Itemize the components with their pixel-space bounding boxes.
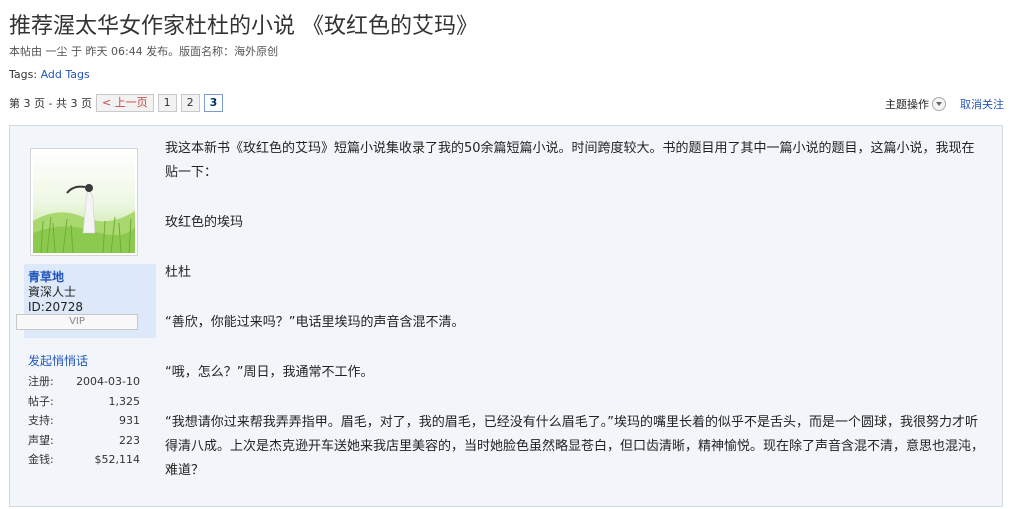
pagination: 第 3 页 - 共 3 页 < 上一页 1 2 3 <box>9 94 224 112</box>
author-sidebar: 青草地 資深人士 ID:20728 VIP 发起悄悄话 注册: 2004-03-… <box>16 136 156 470</box>
page-info: 第 3 页 - 共 3 页 <box>9 97 92 110</box>
add-tags-link[interactable]: Add Tags <box>41 68 90 81</box>
post-paragraph: “善欣，你能过来吗？”电话里埃玛的声音含混不清。 <box>165 315 465 330</box>
author-id: ID:20728 <box>28 300 83 314</box>
thread-title: 推荐渥太华女作家杜杜的小说 《玫红色的艾玛》 <box>9 14 478 39</box>
chevron-down-icon <box>932 97 946 111</box>
thread-ops-label: 主题操作 <box>885 98 929 111</box>
stat-value: 223 <box>119 433 140 447</box>
stat-value: 1,325 <box>108 394 141 408</box>
unfollow-link[interactable]: 取消关注 <box>960 96 1004 112</box>
post-container: 青草地 資深人士 ID:20728 VIP 发起悄悄话 注册: 2004-03-… <box>9 125 1003 507</box>
send-private-message-link[interactable]: 发起悄悄话 <box>24 352 156 369</box>
post-paragraph: 玫红色的埃玛 <box>165 215 244 230</box>
post-paragraph: 杜杜 <box>165 265 192 280</box>
page-1-button[interactable]: 1 <box>157 94 177 112</box>
tags-label: Tags: <box>9 68 38 81</box>
stat-label: 金钱: <box>28 453 54 466</box>
thread-ops-menu[interactable]: 主题操作 <box>885 96 946 112</box>
avatar[interactable] <box>30 148 138 256</box>
author-stats: 注册: 2004-03-10 帖子: 1,325 支持: 931 声望: 223… <box>24 372 156 470</box>
post-paragraph: “哦，怎么？”周日，我通常不工作。 <box>165 365 374 380</box>
author-info: 青草地 資深人士 ID:20728 VIP <box>16 264 156 338</box>
stat-value: 2004-03-10 <box>76 375 140 388</box>
prev-page-button[interactable]: < 上一页 <box>95 94 154 112</box>
stat-value: $52,114 <box>94 453 141 466</box>
stat-row: 声望: 223 <box>28 431 140 451</box>
stat-row: 支持: 931 <box>28 411 140 431</box>
stat-label: 支持: <box>28 414 54 427</box>
stat-row: 帖子: 1,325 <box>28 392 140 412</box>
stat-label: 帖子: <box>28 394 54 408</box>
thread-actions: 主题操作 取消关注 <box>885 96 1004 112</box>
post-content: 我这本新书《玫红色的艾玛》短篇小说集收录了我的50余篇短篇小说。时间跨度较大。书… <box>165 137 985 509</box>
tags-row: Tags: Add Tags <box>9 68 90 81</box>
stat-row: 金钱: $52,114 <box>28 450 140 470</box>
stat-value: 931 <box>119 414 140 427</box>
author-name[interactable]: 青草地 <box>28 268 152 285</box>
vip-badge: VIP <box>16 314 138 330</box>
stat-label: 注册: <box>28 375 54 388</box>
author-rank: 資深人士 <box>28 285 77 299</box>
avatar-image <box>33 151 135 253</box>
page-3-current[interactable]: 3 <box>203 94 224 112</box>
thread-meta: 本帖由 一尘 于 昨天 06:44 发布。版面名称：海外原创 <box>9 45 279 58</box>
post-paragraph: “我想请你过来帮我弄弄指甲。眉毛，对了，我的眉毛，已经没有什么眉毛了。”埃玛的嘴… <box>165 415 985 478</box>
stat-row: 注册: 2004-03-10 <box>28 372 140 392</box>
post-paragraph: 我这本新书《玫红色的艾玛》短篇小说集收录了我的50余篇短篇小说。时间跨度较大。书… <box>165 141 975 180</box>
stat-label: 声望: <box>28 433 54 447</box>
page-2-button[interactable]: 2 <box>180 94 200 112</box>
